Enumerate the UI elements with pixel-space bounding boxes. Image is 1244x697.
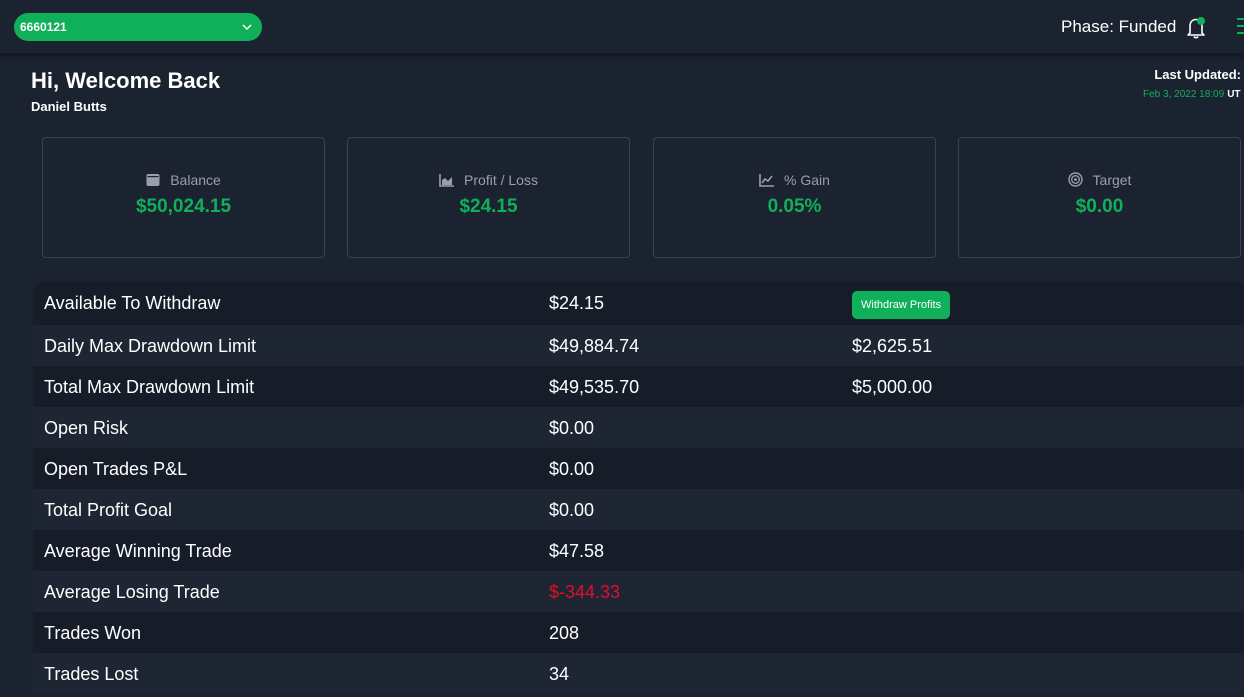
profit-loss-card: Profit / Loss $24.15 (347, 137, 630, 258)
table-row: Open Risk $0.00 (33, 407, 1244, 448)
row-value: 208 (549, 623, 580, 643)
table-row: Trades Won 208 (33, 612, 1244, 653)
account-stats-table: Available To Withdraw $24.15 Withdraw Pr… (33, 282, 1244, 694)
table-row: Total Max Drawdown Limit $49,535.70 $5,0… (33, 366, 1244, 407)
table-row: Daily Max Drawdown Limit $49,884.74 $2,6… (33, 325, 1244, 366)
row-label: Open Trades P&L (44, 459, 188, 479)
row-value: $0.00 (549, 418, 595, 438)
row-label: Trades Won (44, 623, 142, 643)
row-label: Average Winning Trade (44, 541, 232, 561)
card-label: Balance (170, 172, 221, 188)
page-title: Hi, Welcome Back (31, 68, 221, 93)
row-label: Daily Max Drawdown Limit (44, 336, 257, 356)
last-updated-timezone: UT (1227, 89, 1241, 100)
account-id: 6660121 (20, 20, 67, 34)
row-extra: $2,625.51 (852, 336, 933, 356)
last-updated-date: Feb 3, 2022 18:09 (1143, 89, 1225, 100)
card-label: Target (1092, 172, 1132, 188)
phase-status: Phase: Funded (1061, 17, 1177, 36)
row-label: Average Losing Trade (44, 582, 220, 602)
row-extra: $5,000.00 (852, 377, 933, 397)
row-value: $49,535.70 (549, 377, 640, 397)
menu-icon[interactable] (1237, 18, 1244, 36)
last-updated-label: Last Updated: (1154, 67, 1241, 82)
target-icon (1067, 172, 1083, 187)
card-label: % Gain (784, 172, 830, 188)
row-value: $47.58 (549, 541, 605, 561)
row-value: $24.15 (549, 293, 605, 313)
row-value: $0.00 (549, 500, 595, 520)
row-label: Open Risk (44, 418, 129, 438)
card-value: 0.05% (767, 196, 822, 217)
row-label: Available To Withdraw (44, 293, 221, 313)
row-value: $-344.33 (549, 582, 621, 602)
row-label: Trades Lost (44, 664, 139, 684)
gain-card: % Gain 0.05% (653, 137, 936, 258)
row-value: $0.00 (549, 459, 595, 479)
row-value: 34 (549, 664, 570, 684)
target-card: Target $0.00 (958, 137, 1241, 258)
last-updated-value: Feb 3, 2022 18:09 UT (1143, 89, 1241, 100)
table-row: Open Trades P&L $0.00 (33, 448, 1244, 489)
chevron-down-icon (242, 24, 252, 31)
balance-card: Balance $50,024.15 (42, 137, 325, 258)
table-row: Total Profit Goal $0.00 (33, 489, 1244, 530)
wallet-icon (146, 174, 160, 186)
card-value: $24.15 (459, 196, 518, 217)
line-chart-icon (759, 174, 775, 187)
table-row: Average Winning Trade $47.58 (33, 530, 1244, 571)
table-row: Available To Withdraw $24.15 Withdraw Pr… (33, 282, 1244, 325)
row-label: Total Max Drawdown Limit (44, 377, 255, 397)
row-value: $49,884.74 (549, 336, 640, 356)
card-value: $0.00 (1075, 196, 1124, 217)
table-row: Trades Lost 34 (33, 653, 1244, 694)
card-label: Profit / Loss (464, 172, 538, 188)
card-value: $50,024.15 (135, 196, 232, 217)
top-bar: 6660121 Phase: Funded (0, 0, 1244, 54)
account-select[interactable]: 6660121 (14, 13, 262, 41)
row-label: Total Profit Goal (44, 500, 173, 520)
withdraw-profits-button[interactable]: Withdraw Profits (852, 291, 951, 319)
bar-chart-icon (439, 174, 455, 187)
table-row: Average Losing Trade $-344.33 (33, 571, 1244, 612)
bell-icon[interactable] (1183, 14, 1209, 40)
user-name: Daniel Butts (31, 99, 107, 114)
